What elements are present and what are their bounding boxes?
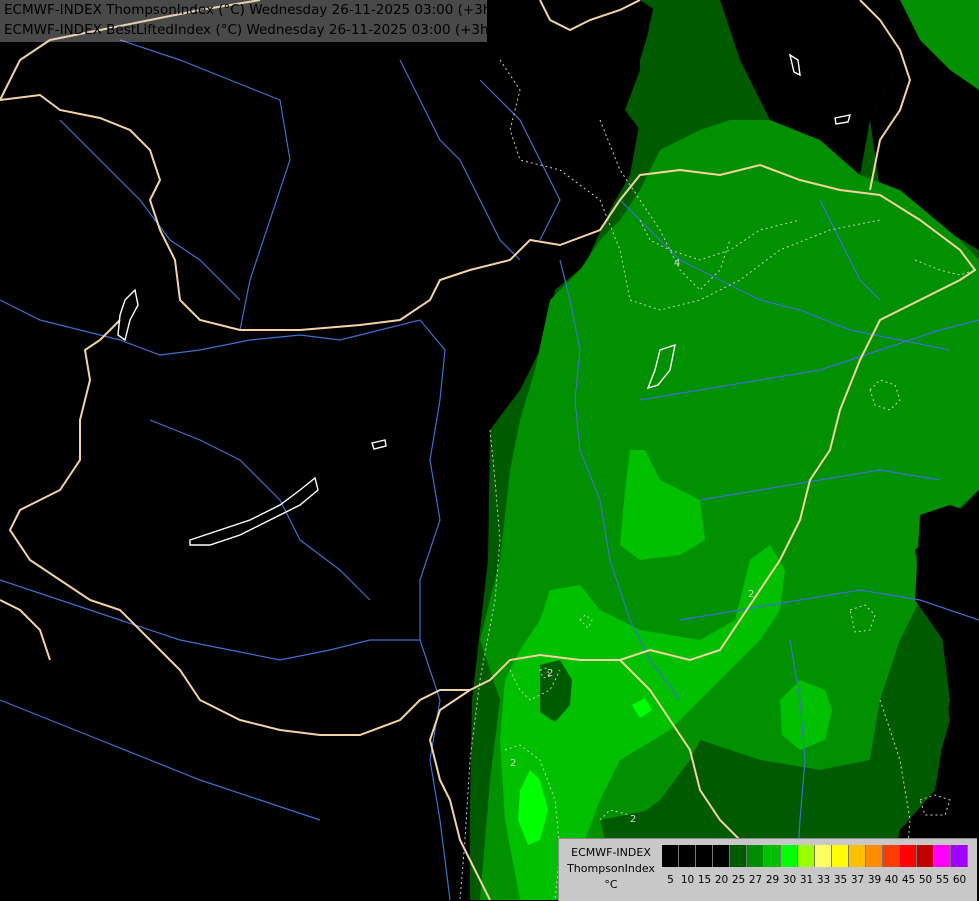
legend-tick-label: 35 xyxy=(833,874,848,886)
legend-tick-label: 31 xyxy=(799,874,814,886)
map-title-line-2: ECMWF-INDEX BestLiftedIndex (°C) Wednesd… xyxy=(4,22,494,38)
lake-neusiedl xyxy=(117,288,139,342)
legend-swatch xyxy=(747,845,764,867)
legend-swatch xyxy=(866,845,883,867)
legend-swatch xyxy=(730,845,747,867)
legend-swatch xyxy=(662,845,679,867)
legend-tick-label: 20 xyxy=(714,874,729,886)
legend-swatch xyxy=(713,845,730,867)
legend-tick-label: 27 xyxy=(748,874,763,886)
legend-tick-label: 25 xyxy=(731,874,746,886)
contour-label: 2 xyxy=(748,589,754,600)
legend-swatch xyxy=(781,845,798,867)
legend-swatch xyxy=(934,845,951,867)
legend-source: ECMWF-INDEX xyxy=(571,846,651,859)
legend-swatch xyxy=(798,845,815,867)
legend-swatch xyxy=(832,845,849,867)
legend-swatch xyxy=(883,845,900,867)
map-title-box: ECMWF-INDEX ThompsonIndex (°C) Wednesday… xyxy=(0,0,497,42)
weather-map: 4 2 2 2 2 xyxy=(0,0,979,900)
lake-small-a xyxy=(371,439,387,450)
contour-label: 2 xyxy=(547,668,553,679)
legend-swatch xyxy=(679,845,696,867)
thompson-index-field xyxy=(470,0,979,900)
legend-ticks: 5 10 15 20 25 27 29 30 31 33 35 37 39 40 45 50 55 60 xyxy=(662,874,968,886)
color-legend: ECMWF-INDEX ThompsonIndex °C 5 10 15 20 25 27… xyxy=(558,838,977,901)
legend-tick-label: 50 xyxy=(918,874,933,886)
legend-tick-label: 15 xyxy=(697,874,712,886)
legend-swatch xyxy=(696,845,713,867)
legend-swatches xyxy=(662,845,968,867)
legend-tick-label: 33 xyxy=(816,874,831,886)
legend-tick-label: 60 xyxy=(952,874,967,886)
contour-label: 2 xyxy=(510,758,516,769)
legend-unit: °C xyxy=(604,878,618,891)
contour-label: 4 xyxy=(674,258,680,269)
field-level-25-ne xyxy=(900,0,979,90)
legend-parameter: ThompsonIndex xyxy=(567,862,655,875)
legend-tick-label: 55 xyxy=(935,874,950,886)
legend-tick-label: 39 xyxy=(867,874,882,886)
lake-balaton xyxy=(189,476,319,546)
legend-tick-label: 5 xyxy=(667,874,674,886)
legend-swatch xyxy=(917,845,934,867)
legend-tick-label: 10 xyxy=(680,874,695,886)
legend-tick-label: 45 xyxy=(901,874,916,886)
legend-tick-label: 30 xyxy=(782,874,797,886)
map-title-line-1: ECMWF-INDEX ThompsonIndex (°C) Wednesday… xyxy=(4,2,497,18)
legend-swatch xyxy=(764,845,781,867)
contour-label: 2 xyxy=(630,814,636,825)
legend-tick-label: 29 xyxy=(765,874,780,886)
legend-swatch xyxy=(849,845,866,867)
legend-swatch xyxy=(815,845,832,867)
legend-tick-label: 40 xyxy=(884,874,899,886)
legend-swatch xyxy=(900,845,917,867)
legend-swatch xyxy=(951,845,968,867)
legend-tick-label: 37 xyxy=(850,874,865,886)
